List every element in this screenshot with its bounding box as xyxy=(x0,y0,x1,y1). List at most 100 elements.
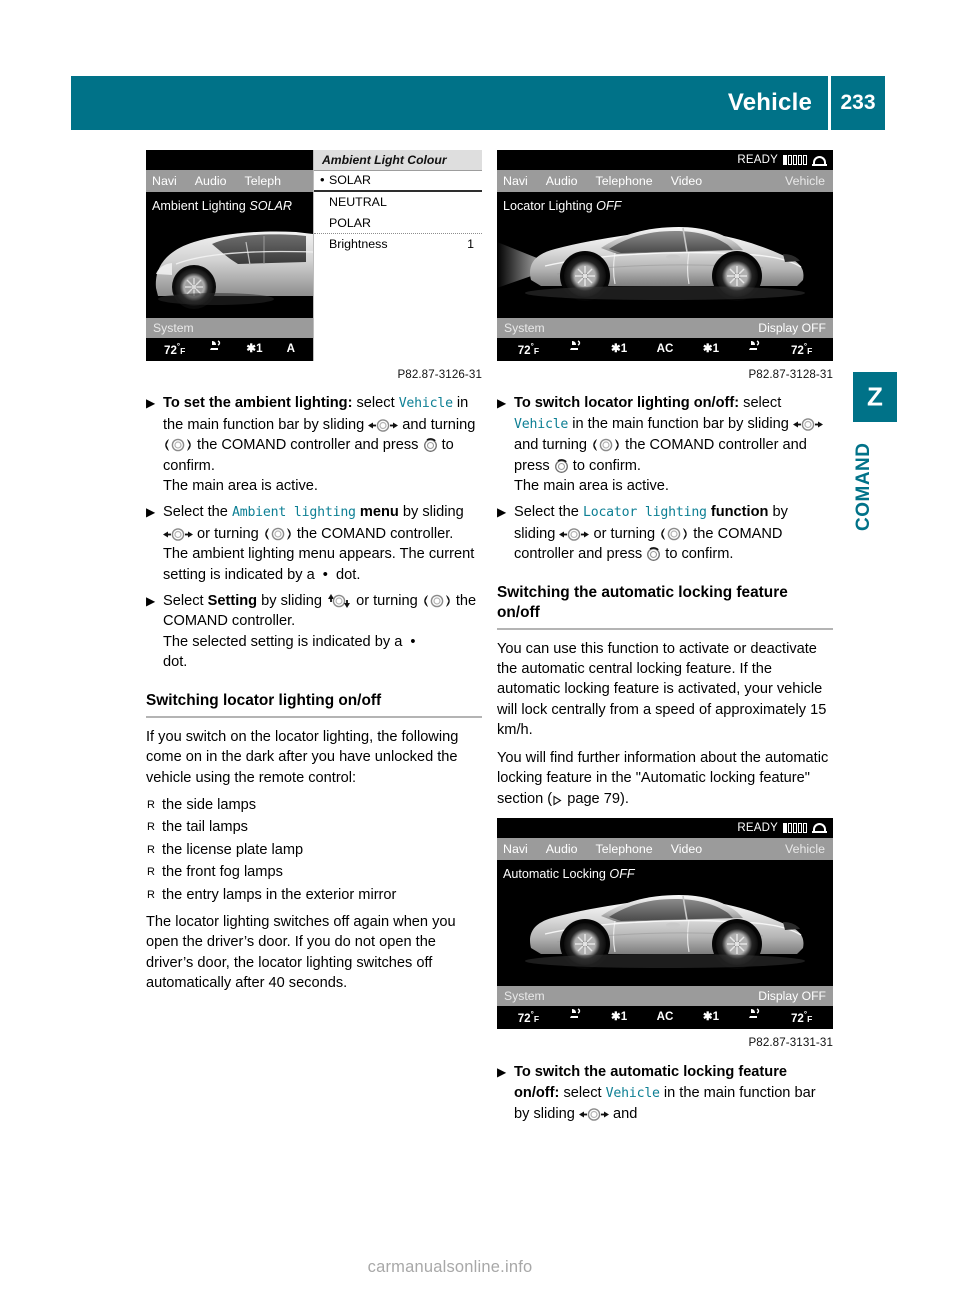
system-bar-label[interactable]: System xyxy=(153,318,194,338)
list-item[interactable]: Brightness 1 xyxy=(314,234,482,255)
list-item-label: • SOLAR xyxy=(320,172,372,188)
instruction-step: ▶ Select the Locator lighting function b… xyxy=(497,502,833,564)
menu-item-vehicle[interactable]: Vehicle xyxy=(785,171,825,191)
ui-term: Vehicle xyxy=(398,396,453,412)
menu-item-audio[interactable]: Audio xyxy=(546,171,578,191)
main-area-title: Automatic Locking OFF xyxy=(503,864,635,884)
climate-overflow: A xyxy=(286,342,295,356)
ui-term: Vehicle xyxy=(605,1085,660,1101)
screen-main-area: Automatic Locking OFF xyxy=(497,859,833,986)
system-bar: System Display OFF xyxy=(497,318,833,338)
list-item-label: the side lamps xyxy=(162,796,257,813)
status-ready-label: READY xyxy=(737,153,778,166)
menu-item-telephone[interactable]: Teleph xyxy=(245,171,282,191)
figure-caption: P82.87-3131-31 xyxy=(748,1035,833,1049)
comand-screen-ambient: Navi Audio Teleph Ambient Lighting SOLAR xyxy=(146,150,482,361)
step-text: or turning xyxy=(352,593,422,610)
step-text: select xyxy=(352,395,399,412)
list-empty-space xyxy=(314,255,482,349)
instruction-step: ▶ Select Setting by sliding or turning t… xyxy=(146,591,482,673)
step-text: by sliding xyxy=(398,504,464,521)
step-result: The ambient lighting menu appears. The c… xyxy=(163,546,475,583)
instruction-step: ▶ To switch locator lighting on/off: sel… xyxy=(497,393,833,496)
menu-item-video[interactable]: Video xyxy=(671,839,702,859)
step-text: the COMAND controller and press xyxy=(193,437,423,454)
main-function-bar: Navi Audio Teleph xyxy=(146,170,313,192)
display-off-label[interactable]: Display OFF xyxy=(758,318,826,338)
climate-temp-right: 72°F xyxy=(790,342,813,358)
screen-main-area: Ambient Lighting SOLAR xyxy=(146,192,313,318)
display-off-label[interactable]: Display OFF xyxy=(758,986,826,1006)
bullet-icon: R xyxy=(147,821,155,834)
figure-ambient-lighting: Navi Audio Teleph Ambient Lighting SOLAR xyxy=(146,150,482,385)
ui-term: Ambient lighting xyxy=(231,505,356,521)
step-text: select xyxy=(559,1084,606,1101)
main-area-title-value: OFF xyxy=(609,866,635,881)
menu-item-navi[interactable]: Navi xyxy=(503,171,528,191)
step-marker-icon: ▶ xyxy=(497,1065,507,1080)
fan-level-left: ✱1 xyxy=(610,1010,628,1024)
menu-item-navi[interactable]: Navi xyxy=(503,839,528,859)
climate-temp-left: 72°F xyxy=(517,342,540,358)
seat-airflow-icon-left xyxy=(569,339,582,359)
figure-automatic-locking: READY Navi Audio Telephone Video Vehicle… xyxy=(497,817,833,1053)
system-bar-label[interactable]: System xyxy=(504,318,545,338)
system-bar-label[interactable]: System xyxy=(504,986,545,1006)
step-text: in the main function bar by sliding xyxy=(568,415,793,432)
side-tab-marker-letter: Z xyxy=(867,381,883,412)
turn-controller-icon xyxy=(591,438,621,452)
ui-term: Locator lighting xyxy=(582,505,707,521)
menu-item-video[interactable]: Video xyxy=(671,171,702,191)
bullet-icon: R xyxy=(147,843,155,856)
figure-locator-lighting: READY Navi Audio Telephone Video Vehicle… xyxy=(497,150,833,385)
main-area-title-value: SOLAR xyxy=(249,199,293,213)
list-item: Rthe license plate lamp xyxy=(146,840,482,860)
status-ready-label: READY xyxy=(737,821,778,834)
main-area-title: Ambient Lighting SOLAR xyxy=(152,196,292,216)
autolock-paragraph-2: You will find further information about … xyxy=(497,749,829,807)
step-bold: function xyxy=(706,504,769,521)
climate-temp-right: 72°F xyxy=(790,1010,813,1026)
climate-temp-left: 72°F xyxy=(517,1010,540,1026)
status-bar xyxy=(146,150,313,170)
step-marker-icon: ▶ xyxy=(497,505,507,520)
figure-caption: P82.87-3126-31 xyxy=(397,368,482,381)
step-marker-icon: ▶ xyxy=(146,505,156,520)
list-item-label: NEUTRAL xyxy=(329,195,387,210)
menu-item-vehicle[interactable]: Vehicle xyxy=(785,839,825,859)
list-item: Rthe entry lamps in the exterior mirror xyxy=(146,885,482,905)
climate-bar: 72°F ✱1 AC ✱1 72°F xyxy=(497,1005,833,1029)
menu-item-audio[interactable]: Audio xyxy=(546,839,578,859)
phone-icon xyxy=(812,155,827,166)
turn-controller-icon xyxy=(659,527,689,541)
menu-item-telephone[interactable]: Telephone xyxy=(596,171,653,191)
turn-controller-icon xyxy=(422,594,452,608)
main-area-title-text: Automatic Locking xyxy=(503,866,606,881)
status-bar: READY xyxy=(497,817,833,838)
main-area-title-value: OFF xyxy=(596,199,622,213)
step-result: The main area is active. xyxy=(163,478,318,495)
press-controller-icon xyxy=(554,458,569,473)
bullet-icon: R xyxy=(147,798,155,811)
slide-horizontal-icon xyxy=(792,418,823,431)
step-result: The selected setting is indicated by a •… xyxy=(163,633,416,671)
side-tab-comand: Z COMAND xyxy=(853,372,897,542)
step-result: The main area is active. xyxy=(514,478,669,495)
list-item[interactable]: POLAR xyxy=(314,213,482,234)
page-number: 233 xyxy=(831,76,885,130)
list-item[interactable]: • SOLAR xyxy=(314,171,482,192)
step-lead: To switch locator lighting on/off: xyxy=(514,395,740,412)
list-item[interactable]: NEUTRAL xyxy=(314,192,482,213)
system-bar: System xyxy=(146,318,313,338)
menu-item-navi[interactable]: Navi xyxy=(152,171,177,191)
ac-label: AC xyxy=(656,1010,674,1024)
turn-controller-icon xyxy=(263,527,293,541)
main-area-title: Locator Lighting OFF xyxy=(503,196,621,216)
section-outro: The locator lighting switches off again … xyxy=(146,913,456,992)
header-title-bar: Vehicle xyxy=(71,76,828,130)
fan-level-left: ✱1 xyxy=(610,342,628,356)
seat-airflow-icon-right xyxy=(748,339,761,359)
menu-item-telephone[interactable]: Telephone xyxy=(596,839,653,859)
press-controller-icon xyxy=(423,438,438,453)
menu-item-audio[interactable]: Audio xyxy=(195,171,227,191)
